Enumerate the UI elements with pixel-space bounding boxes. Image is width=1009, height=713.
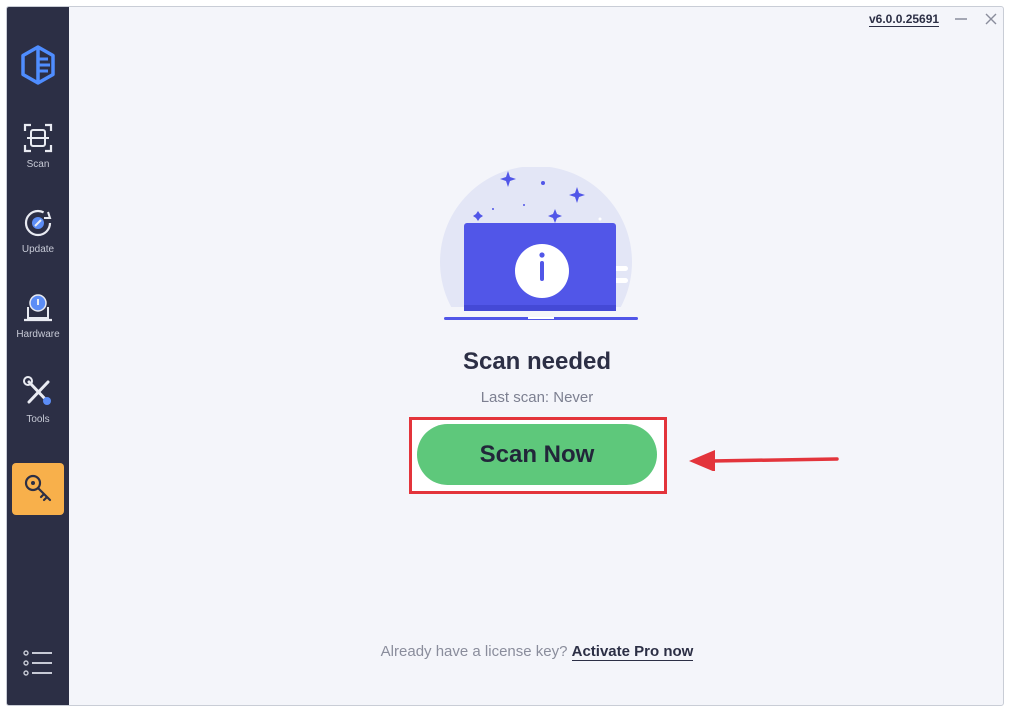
tools-icon	[23, 376, 51, 405]
menu-list-icon[interactable]	[23, 649, 53, 677]
activate-pro-link[interactable]: Activate Pro now	[571, 643, 694, 661]
sidebar-item-label: Update	[21, 244, 55, 255]
sidebar: Scan Update Hardware Tools	[7, 7, 69, 705]
sidebar-item-label: Scan	[26, 159, 50, 170]
page-title: Scan needed	[462, 348, 612, 375]
update-icon	[24, 209, 52, 237]
sidebar-item-update[interactable]: Update	[7, 200, 69, 270]
minimize-icon[interactable]	[953, 11, 969, 27]
scan-now-button[interactable]: Scan Now	[417, 424, 657, 485]
close-icon[interactable]	[983, 11, 999, 27]
app-window: Scan Update Hardware Tools v6.0.0.25691 …	[6, 6, 1004, 706]
hardware-icon	[24, 294, 52, 322]
key-icon	[24, 474, 52, 502]
sidebar-item-tools[interactable]: Tools	[7, 370, 69, 440]
app-logo-icon	[21, 45, 55, 85]
sidebar-item-hardware[interactable]: Hardware	[7, 285, 69, 355]
version-link[interactable]: v6.0.0.25691	[869, 13, 940, 27]
scan-icon	[23, 123, 53, 153]
last-scan-text: Last scan: Never	[480, 389, 594, 406]
license-footer: Already have a license key? Activate Pro…	[307, 643, 767, 661]
sidebar-item-scan[interactable]: Scan	[7, 115, 69, 185]
footer-text: Already have a license key?	[380, 643, 568, 660]
sidebar-item-label: Tools	[26, 414, 50, 425]
sidebar-item-license[interactable]	[12, 463, 64, 515]
sidebar-item-label: Hardware	[16, 329, 60, 340]
arrow-icon	[689, 450, 839, 471]
scan-needed-illustration	[432, 167, 642, 327]
